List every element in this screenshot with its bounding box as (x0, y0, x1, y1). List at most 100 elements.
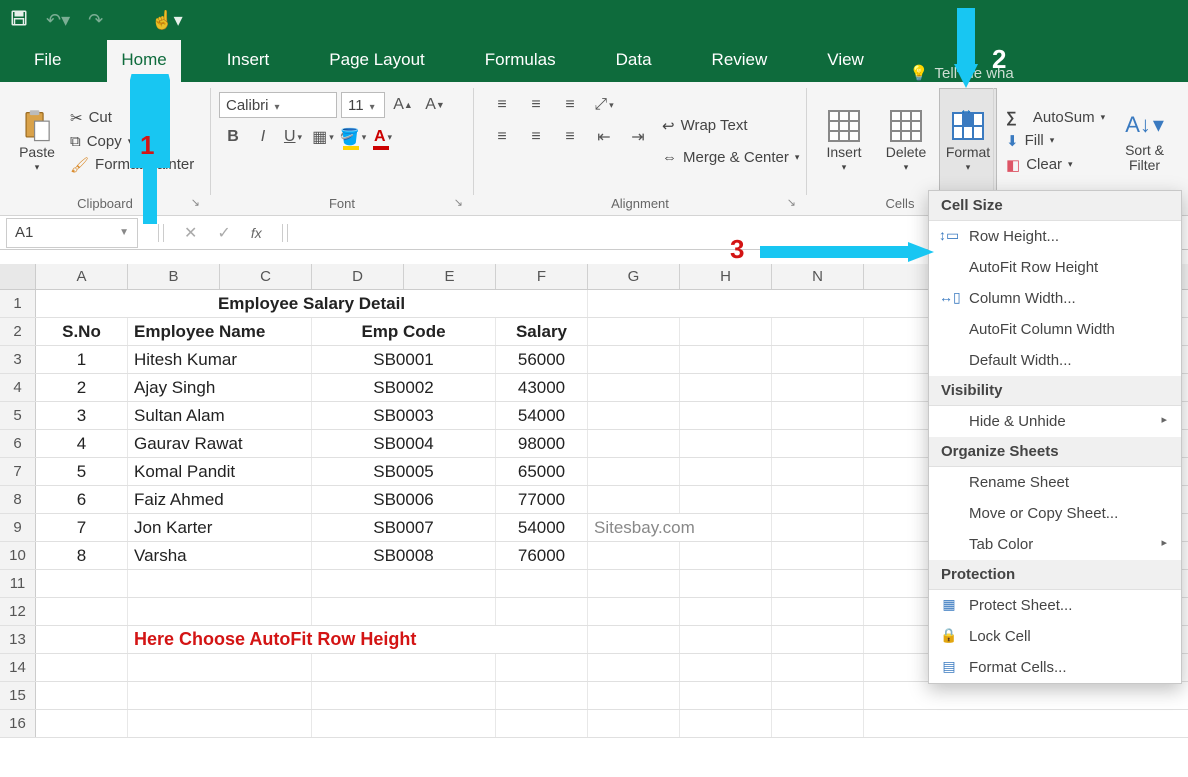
cell[interactable] (588, 290, 680, 317)
format-painter-button[interactable]: 🖌Format Painter (66, 154, 198, 176)
row-header-10[interactable]: 10 (0, 542, 36, 569)
cell-salary[interactable]: 76000 (496, 542, 588, 569)
cell[interactable] (588, 430, 680, 457)
row-header-11[interactable]: 11 (0, 570, 36, 597)
col-header-E[interactable]: E (404, 264, 496, 289)
row-header-3[interactable]: 3 (0, 346, 36, 373)
name-box[interactable]: A1▼ (6, 218, 138, 248)
cell[interactable] (772, 290, 864, 317)
menu-autofit-row-height[interactable]: AutoFit Row Height (929, 252, 1181, 283)
cell[interactable] (36, 570, 128, 597)
cell[interactable] (588, 654, 680, 681)
row-header-4[interactable]: 4 (0, 374, 36, 401)
touch-mode-icon[interactable]: ☝▾ (151, 10, 182, 31)
cell-name[interactable]: Sultan Alam (128, 402, 312, 429)
cell[interactable] (772, 318, 864, 345)
menu-protect-sheet[interactable]: ▦Protect Sheet... (929, 590, 1181, 621)
cell[interactable] (680, 458, 772, 485)
cell[interactable] (772, 402, 864, 429)
cell[interactable] (312, 710, 496, 737)
title-cell[interactable]: Employee Salary Detail (36, 290, 588, 317)
cell-salary[interactable]: 65000 (496, 458, 588, 485)
cell-sno[interactable]: 6 (36, 486, 128, 513)
row-header-6[interactable]: 6 (0, 430, 36, 457)
cell-code[interactable]: SB0003 (312, 402, 496, 429)
delete-cells-button[interactable]: Delete▾ (877, 88, 935, 194)
cell-sno[interactable]: 8 (36, 542, 128, 569)
border-button[interactable]: ▦ (309, 124, 337, 150)
menu-default-width[interactable]: Default Width... (929, 345, 1181, 376)
cell[interactable] (128, 682, 312, 709)
cell[interactable] (588, 682, 680, 709)
cell[interactable] (312, 682, 496, 709)
menu-hide-unhide[interactable]: Hide & Unhide▸ (929, 406, 1181, 437)
cell[interactable] (680, 402, 772, 429)
tell-me-search[interactable]: 💡 Tell me wha (910, 64, 1014, 82)
cell-name[interactable]: Gaurav Rawat (128, 430, 312, 457)
align-middle-icon[interactable]: ≡ (522, 92, 550, 118)
col-header-B[interactable]: B (128, 264, 220, 289)
cell[interactable] (772, 542, 864, 569)
cell-salary[interactable]: 54000 (496, 514, 588, 541)
cell-code[interactable]: SB0005 (312, 458, 496, 485)
align-bottom-icon[interactable]: ≡ (556, 92, 584, 118)
tab-insert[interactable]: Insert (213, 40, 284, 82)
row-header-15[interactable]: 15 (0, 682, 36, 709)
cell-sno[interactable]: 1 (36, 346, 128, 373)
cell[interactable] (680, 682, 772, 709)
align-left-icon[interactable]: ≡ (488, 124, 516, 150)
col-header-F[interactable]: F (496, 264, 588, 289)
col-header-N[interactable]: N (772, 264, 864, 289)
cell[interactable] (588, 318, 680, 345)
undo-icon[interactable]: ↶▾ (46, 10, 70, 31)
cell[interactable] (588, 374, 680, 401)
cancel-icon[interactable]: ✕ (184, 223, 197, 243)
cell[interactable] (36, 682, 128, 709)
cell-name[interactable]: Hitesh Kumar (128, 346, 312, 373)
italic-button[interactable]: I (249, 124, 277, 150)
cell-salary[interactable]: 54000 (496, 402, 588, 429)
cell[interactable] (588, 598, 680, 625)
cell[interactable] (128, 598, 312, 625)
cell[interactable] (772, 682, 864, 709)
align-right-icon[interactable]: ≡ (556, 124, 584, 150)
redo-icon[interactable]: ↷ (88, 10, 103, 31)
cell-name[interactable]: Ajay Singh (128, 374, 312, 401)
row-header-13[interactable]: 13 (0, 626, 36, 653)
orientation-icon[interactable]: ⤢ (590, 92, 618, 118)
col-header-H[interactable]: H (680, 264, 772, 289)
fill-button[interactable]: ⬇Fill▾ (1002, 130, 1109, 152)
cell[interactable] (772, 486, 864, 513)
tab-page-layout[interactable]: Page Layout (315, 40, 438, 82)
cell[interactable] (36, 710, 128, 737)
cell-code[interactable]: SB0006 (312, 486, 496, 513)
cell[interactable] (588, 710, 680, 737)
cell-sno[interactable]: 3 (36, 402, 128, 429)
decrease-indent-icon[interactable]: ⇤ (590, 124, 618, 150)
cell[interactable] (496, 710, 588, 737)
cell-salary[interactable]: 43000 (496, 374, 588, 401)
increase-indent-icon[interactable]: ⇥ (624, 124, 652, 150)
tab-file[interactable]: File (20, 40, 75, 82)
copy-button[interactable]: ⧉Copy▾ (66, 131, 198, 152)
cell-code[interactable]: SB0001 (312, 346, 496, 373)
cell-name[interactable]: Komal Pandit (128, 458, 312, 485)
cell[interactable] (588, 402, 680, 429)
decrease-font-icon[interactable]: A▼ (421, 92, 449, 118)
row-header-8[interactable]: 8 (0, 486, 36, 513)
cell[interactable] (772, 570, 864, 597)
cell[interactable] (772, 710, 864, 737)
select-all-corner[interactable] (0, 264, 36, 289)
cell[interactable] (588, 346, 680, 373)
cell-name[interactable]: Faiz Ahmed (128, 486, 312, 513)
cell[interactable] (680, 374, 772, 401)
enter-icon[interactable]: ✓ (217, 223, 230, 243)
row-header-12[interactable]: 12 (0, 598, 36, 625)
cell[interactable] (680, 710, 772, 737)
format-cells-button[interactable]: Format▾ (939, 88, 997, 194)
cell-salary[interactable]: 56000 (496, 346, 588, 373)
font-name-select[interactable]: Calibri (219, 92, 337, 118)
formula-resize-handle[interactable] (282, 224, 288, 242)
align-top-icon[interactable]: ≡ (488, 92, 516, 118)
cell[interactable] (680, 542, 772, 569)
